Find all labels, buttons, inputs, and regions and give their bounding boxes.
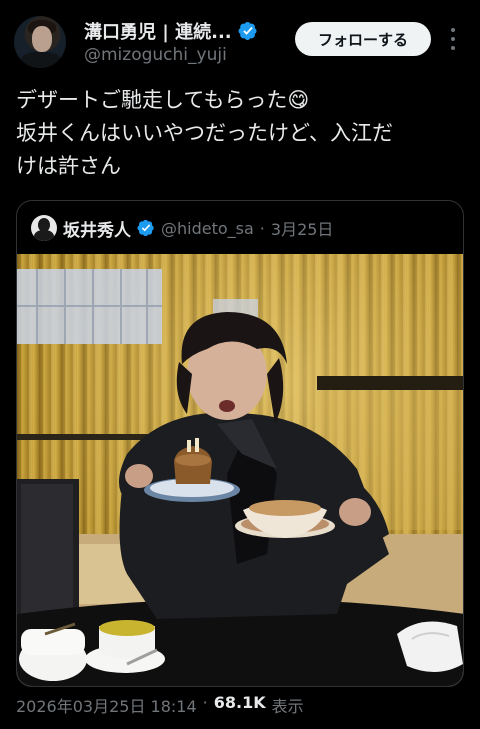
- verified-badge-icon: [238, 22, 257, 40]
- avatar-face: [32, 26, 52, 52]
- author-handle[interactable]: @mizoguchi_yuji: [84, 45, 227, 65]
- quoted-date[interactable]: 3月25日: [271, 216, 334, 240]
- quoted-author-handle[interactable]: @hideto_sa: [161, 219, 254, 238]
- quoted-tweet-header: 坂井秀人 @hideto_sa · 3月25日: [31, 215, 333, 241]
- verified-badge-icon: [137, 219, 154, 237]
- author-avatar[interactable]: [14, 16, 66, 68]
- photo-illustration: [17, 254, 463, 686]
- follow-button[interactable]: フォローする: [295, 22, 431, 56]
- author-display-name[interactable]: 溝口勇児 | 連続...: [84, 18, 232, 44]
- tweet-line: デザートご馳走してもらった😋: [16, 88, 310, 112]
- tweet-timestamp[interactable]: 2026年03月25日 18:14: [16, 693, 197, 717]
- more-dot: [451, 46, 455, 50]
- quoted-author-avatar[interactable]: [31, 215, 57, 241]
- author-name-row[interactable]: 溝口勇児 | 連続...: [84, 18, 258, 44]
- tweet-line: けは許さん: [16, 154, 121, 178]
- tweet-line: 坂井くんはいいやつだったけど、入江だ: [16, 121, 393, 145]
- view-count-label: 表示: [271, 697, 304, 716]
- footer-separator: ·: [202, 693, 208, 712]
- more-dot: [451, 37, 455, 41]
- tweet-text: デザートご馳走してもらった😋 坂井くんはいいやつだったけど、入江だ けは許さん: [16, 84, 471, 183]
- view-count: 68.1K: [213, 693, 266, 712]
- meta-separator: ·: [259, 218, 265, 238]
- tweet-footer: 2026年03月25日 18:14 · 68.1K 表示: [16, 693, 304, 717]
- quoted-tweet[interactable]: 坂井秀人 @hideto_sa · 3月25日: [16, 200, 464, 687]
- more-dot: [451, 28, 455, 32]
- quoted-photo[interactable]: [17, 254, 463, 686]
- avatar-body: [20, 52, 62, 68]
- quoted-author-name[interactable]: 坂井秀人: [63, 216, 131, 241]
- more-dots-icon[interactable]: [449, 28, 457, 50]
